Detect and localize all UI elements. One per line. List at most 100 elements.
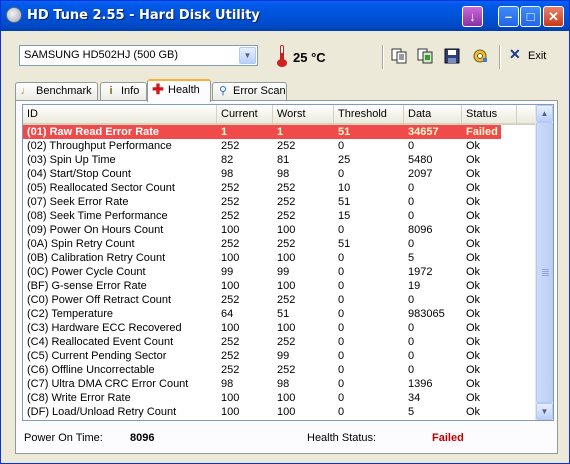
table-row[interactable]: (C6) Offline Uncorrectable 252 252 0 0 Ok — [23, 363, 538, 377]
cell-data: 5480 — [408, 154, 433, 166]
cell-data: 1396 — [408, 378, 433, 390]
cell-id: (C5) Current Pending Sector — [27, 350, 167, 362]
table-row[interactable]: (0A) Spin Retry Count 252 252 51 0 Ok — [23, 237, 538, 251]
save-icon[interactable] — [444, 48, 460, 64]
column-header-worst[interactable]: Worst — [273, 105, 334, 123]
copy-screenshot-icon[interactable] — [417, 48, 433, 64]
scroll-up-icon[interactable]: ▲ — [536, 105, 553, 122]
table-row[interactable]: (09) Power On Hours Count 100 100 0 8096 Ok — [23, 223, 538, 237]
cell-worst: 98 — [277, 168, 290, 180]
table-row[interactable]: (02) Throughput Performance 252 252 0 0 Ok — [23, 139, 538, 153]
drive-select[interactable]: SAMSUNG HD502HJ (500 GB) ▼ — [19, 45, 258, 66]
table-row[interactable]: (07) Seek Error Rate 252 252 51 0 Ok — [23, 195, 538, 209]
table-row[interactable]: (C8) Write Error Rate 100 100 0 34 Ok — [23, 391, 538, 405]
cell-data: 8096 — [408, 224, 433, 236]
smart-attributes-table: ID Current Worst Threshold Data Status (… — [22, 104, 554, 421]
tab-info[interactable]: i Info — [100, 82, 147, 100]
temperature-value: 25 °C — [293, 50, 326, 65]
cell-current: 64 — [221, 308, 234, 320]
cell-status: Ok — [466, 154, 481, 166]
column-header-status[interactable]: Status — [462, 105, 517, 123]
cell-current: 100 — [221, 392, 240, 404]
table-row[interactable]: (08) Seek Time Performance 252 252 15 0 Ok — [23, 209, 538, 223]
table-row[interactable]: (DF) Load/Unload Retry Count 100 100 0 5 Ok — [23, 405, 538, 419]
table-row[interactable]: (C4) Reallocated Event Count 252 252 0 0 Ok — [23, 335, 538, 349]
cell-status: Ok — [466, 210, 481, 222]
cell-worst: 100 — [277, 252, 296, 264]
cell-status: Ok — [466, 308, 481, 320]
cell-current: 100 — [221, 406, 240, 418]
column-header-current[interactable]: Current — [217, 105, 273, 123]
tab-benchmark[interactable]: ♩ Benchmark — [15, 82, 98, 100]
cell-data: 0 — [408, 322, 415, 334]
cell-id: (0B) Calibration Retry Count — [27, 252, 166, 264]
column-header-threshold[interactable]: Threshold — [334, 105, 404, 123]
cell-worst: 252 — [277, 196, 296, 208]
column-header-id[interactable]: ID — [23, 105, 217, 123]
cell-worst: 252 — [277, 140, 296, 152]
cell-current: 252 — [221, 140, 240, 152]
cell-threshold: 0 — [338, 322, 345, 334]
table-row[interactable]: (C5) Current Pending Sector 252 99 0 0 Ok — [23, 349, 538, 363]
cell-id: (08) Seek Time Performance — [27, 210, 168, 222]
minimize-button[interactable]: – — [498, 6, 519, 27]
table-row[interactable]: (0B) Calibration Retry Count 100 100 0 5 Ok — [23, 251, 538, 265]
table-row[interactable]: (03) Spin Up Time 82 81 25 5480 Ok — [23, 153, 538, 167]
vertical-scrollbar[interactable]: ▲ ▼ — [535, 105, 553, 420]
cell-current: 100 — [221, 224, 240, 236]
cell-worst: 98 — [277, 378, 290, 390]
options-icon[interactable] — [472, 48, 488, 64]
cell-worst: 252 — [277, 182, 296, 194]
power-on-time-value: 8096 — [130, 432, 155, 444]
table-row[interactable]: (BF) G-sense Error Rate 100 100 0 19 Ok — [23, 279, 538, 293]
cell-id: (C4) Reallocated Event Count — [27, 336, 174, 348]
table-row[interactable]: (05) Reallocated Sector Count 252 252 10 0 Ok — [23, 181, 538, 195]
table-row[interactable]: (C2) Temperature 64 51 0 983065 Ok — [23, 307, 538, 321]
cell-worst: 252 — [277, 294, 296, 306]
drive-select-value: SAMSUNG HD502HJ (500 GB) — [24, 49, 179, 61]
cell-worst: 51 — [277, 308, 290, 320]
app-logo-icon[interactable] — [6, 7, 22, 23]
table-row[interactable]: (04) Start/Stop Count 98 98 0 2097 Ok — [23, 167, 538, 181]
health-status-value: Failed — [432, 432, 464, 444]
cell-threshold: 0 — [338, 406, 345, 418]
cell-id: (07) Seek Error Rate — [27, 196, 129, 208]
exit-button-label[interactable]: Exit — [528, 50, 546, 62]
table-row[interactable]: (C7) Ultra DMA CRC Error Count 98 98 0 1396 O… — [23, 377, 538, 391]
cell-id: (C7) Ultra DMA CRC Error Count — [27, 378, 189, 390]
scroll-down-icon[interactable]: ▼ — [536, 403, 553, 420]
cell-current: 100 — [221, 322, 240, 334]
tab-error-scan[interactable]: ⚲ Error Scan — [212, 82, 287, 100]
copy-text-icon[interactable] — [391, 48, 407, 64]
cell-id: (0A) Spin Retry Count — [27, 238, 135, 250]
cell-worst: 100 — [277, 280, 296, 292]
arrow-down-icon[interactable]: ↓ — [462, 6, 483, 27]
cell-threshold: 0 — [338, 294, 345, 306]
cell-id: (05) Reallocated Sector Count — [27, 182, 175, 194]
table-row[interactable]: (C3) Hardware ECC Recovered 100 100 0 0 Ok — [23, 321, 538, 335]
cell-status: Ok — [466, 238, 481, 250]
cell-data: 0 — [408, 196, 415, 208]
column-header-data[interactable]: Data — [404, 105, 462, 123]
cell-id: (C8) Write Error Rate — [27, 392, 131, 404]
table-row-failed[interactable]: (01) Raw Read Error Rate 1 1 51 34657 Failed — [23, 125, 501, 139]
cell-current: 252 — [221, 336, 240, 348]
cell-current: 252 — [221, 364, 240, 376]
exit-icon[interactable]: ✕ — [509, 46, 521, 63]
chevron-down-icon[interactable]: ▼ — [239, 47, 256, 64]
table-row[interactable]: (0C) Power Cycle Count 99 99 0 1972 Ok — [23, 265, 538, 279]
tab-health[interactable]: ✚ Health — [147, 79, 211, 102]
cell-status: Failed — [466, 126, 498, 138]
title-bar[interactable]: HD Tune 2.55 - Hard Disk Utility ↓ – □ ✕ — [1, 1, 569, 31]
maximize-button[interactable]: □ — [520, 6, 541, 27]
scrollbar-thumb[interactable] — [536, 122, 553, 403]
cell-threshold: 0 — [338, 350, 345, 362]
table-row[interactable]: (C0) Power Off Retract Count 252 252 0 0 Ok — [23, 293, 538, 307]
tab-label: Health — [168, 84, 200, 96]
cell-data: 0 — [408, 210, 415, 222]
cell-worst: 81 — [277, 154, 290, 166]
close-button[interactable]: ✕ — [543, 6, 564, 27]
cell-current: 82 — [221, 154, 234, 166]
cell-data: 0 — [408, 350, 415, 362]
toolbar-divider — [499, 45, 501, 69]
